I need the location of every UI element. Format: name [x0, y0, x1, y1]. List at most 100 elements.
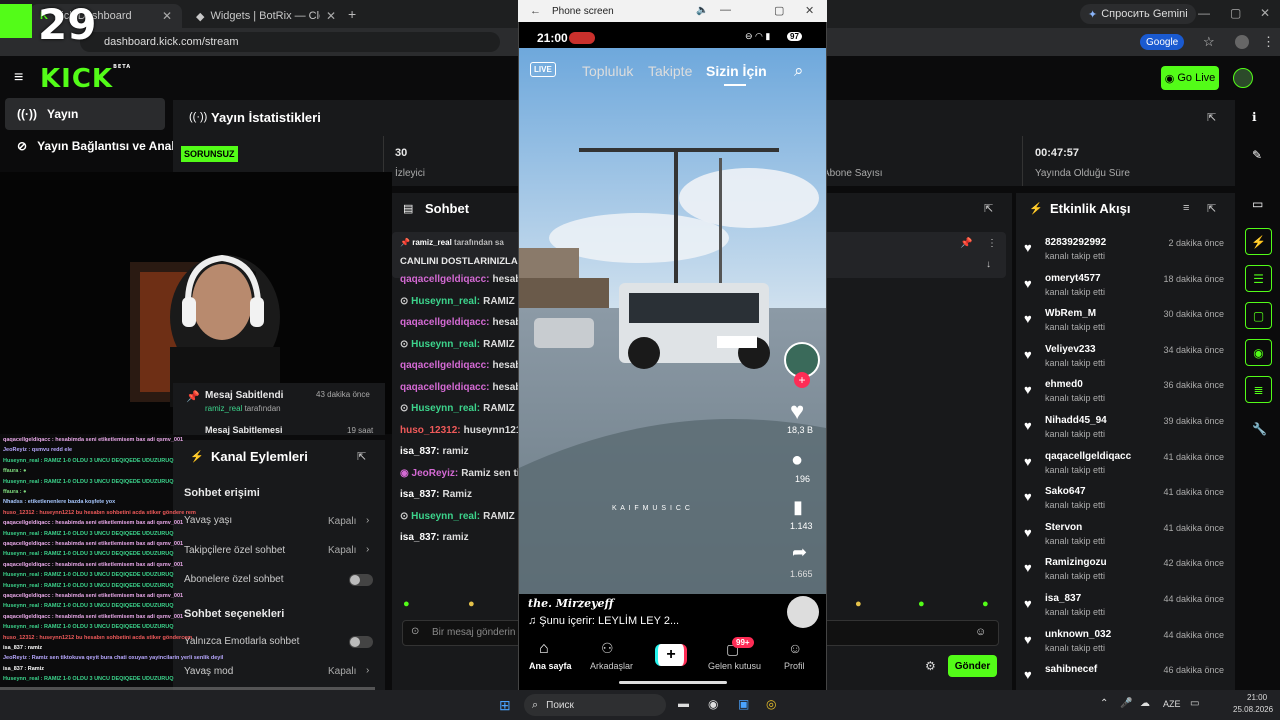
chat-username[interactable]: qaqacellgeldiqacc: — [400, 274, 489, 285]
hamburger-menu-icon[interactable]: ≡ — [14, 69, 23, 87]
back-arrow-icon[interactable]: ← — [530, 5, 541, 17]
go-live-button[interactable]: ◉ Go Live — [1161, 66, 1219, 90]
info-icon[interactable]: ℹ — [1252, 110, 1257, 124]
maximize-icon[interactable]: ▢ — [1230, 6, 1241, 20]
create-post-button[interactable]: + — [655, 644, 687, 666]
emote-icon[interactable]: ● — [982, 598, 989, 610]
nav-inbox-label[interactable]: Gelen kutusu — [708, 661, 761, 671]
server-icon[interactable]: ≣ — [1245, 376, 1272, 403]
chat-username[interactable]: huso_12312: — [400, 425, 461, 436]
friends-icon[interactable]: ⚇ — [601, 640, 614, 657]
mic-icon[interactable]: 🎤 — [1120, 698, 1132, 709]
music-info[interactable]: ♫ Şunu içerir: LEYLİM LEY 2... — [528, 615, 679, 627]
emote-icon[interactable]: ● — [855, 598, 862, 610]
chat-username[interactable]: Huseynn_real: — [411, 339, 480, 350]
profile-icon[interactable]: ☺ — [788, 640, 802, 656]
settings-gear-icon[interactable]: ⚙ — [925, 659, 936, 673]
send-button[interactable]: Gönder — [948, 655, 997, 677]
nav-item-yayin[interactable]: ((·)) Yayın — [5, 98, 165, 130]
windows-start-icon[interactable]: ⊞ — [499, 697, 511, 714]
tab-takipte[interactable]: Takipte — [648, 63, 692, 79]
pin-icon[interactable]: 📌 — [960, 238, 972, 249]
heart-icon[interactable]: ♥ — [790, 398, 804, 426]
user-avatar[interactable] — [1233, 68, 1253, 88]
close-window-icon[interactable]: ✕ — [1260, 6, 1270, 20]
language-indicator[interactable]: AZE — [1163, 699, 1181, 709]
tray-chevron-icon[interactable]: ⌃ — [1100, 698, 1108, 709]
emote-icon[interactable]: ● — [468, 598, 475, 610]
taskbar-search[interactable]: ⌕ Поиск — [524, 694, 666, 716]
chat-username[interactable]: qaqacellgeldiqacc: — [400, 382, 489, 393]
nav-profile-label[interactable]: Profil — [784, 661, 805, 671]
live-button[interactable]: LIVE — [530, 62, 556, 77]
wrench-icon[interactable]: 🔧 — [1252, 422, 1267, 436]
nav-item-stream-key[interactable]: ⊘ Yayın Bağlantısı ve Anahta — [5, 130, 175, 162]
activity-item[interactable]: ♥ Ramizingozu kanalı takip etti 42 dakika ö… — [1024, 557, 1224, 593]
app-icon[interactable]: ▣ — [738, 697, 749, 711]
chat-username[interactable]: isa_837: — [400, 446, 439, 457]
close-window-icon[interactable]: ✕ — [805, 4, 814, 17]
gemini-button[interactable]: ✦ Спросить Gemini — [1080, 4, 1196, 24]
chat-username[interactable]: isa_837: — [400, 532, 439, 543]
chat-username[interactable]: Huseynn_real: — [411, 511, 480, 522]
minimize-icon[interactable]: — — [720, 4, 731, 16]
popout-icon[interactable]: ⇱ — [984, 202, 993, 215]
chat-username[interactable]: Huseynn_real: — [411, 296, 480, 307]
taskbar-time[interactable]: 21:00 — [1247, 693, 1267, 702]
author-name[interactable]: the. Mirzeyeff — [528, 597, 614, 610]
edit-pencil-icon[interactable]: ✎ — [1252, 148, 1262, 162]
popout-icon[interactable]: ⇱ — [1207, 202, 1216, 215]
chat-bubble-icon[interactable]: ▢ — [1245, 302, 1272, 329]
google-chip[interactable]: Google — [1140, 34, 1185, 50]
minimize-icon[interactable]: — — [1198, 6, 1210, 20]
app-icon[interactable]: ◉ — [708, 697, 718, 711]
tab-topluluk[interactable]: Topluluk — [582, 63, 633, 79]
more-options-icon[interactable]: ⋮ — [987, 238, 997, 249]
emote-icon[interactable]: ● — [918, 598, 925, 610]
new-tab-button[interactable]: + — [348, 6, 356, 22]
chat-username[interactable]: isa_837: — [400, 489, 439, 500]
nav-friends-label[interactable]: Arkadaşlar — [590, 661, 633, 671]
activity-item[interactable]: ♥ WbRem_M kanalı takip etti 30 dakika önce — [1024, 308, 1224, 344]
expand-down-icon[interactable]: ↓ — [986, 259, 991, 270]
activity-item[interactable]: ♥ unknown_032 kanalı takip etti 44 dakika ö… — [1024, 629, 1224, 665]
broadcast-rail-icon[interactable]: ◉ — [1245, 339, 1272, 366]
close-tab-icon[interactable]: ✕ — [162, 9, 172, 23]
file-explorer-icon[interactable]: ▬ — [678, 698, 689, 710]
network-icon[interactable]: ▭ — [1190, 698, 1199, 709]
profile-avatar-icon[interactable] — [1235, 35, 1249, 49]
music-disc-icon[interactable] — [787, 596, 819, 628]
lightning-icon[interactable]: ⚡ — [1245, 228, 1272, 255]
volume-icon[interactable]: 🔈 — [696, 5, 708, 16]
emoji-icon[interactable]: ☺ — [975, 626, 986, 638]
home-icon[interactable]: ⌂ — [539, 640, 549, 658]
list-icon[interactable]: ☰ — [1245, 265, 1272, 292]
activity-item[interactable]: ♥ Nihadd45_94 kanalı takip etti 39 dakika ö… — [1024, 415, 1224, 451]
close-tab-icon[interactable]: ✕ — [326, 9, 336, 23]
tab-sizin-icin[interactable]: Sizin İçin — [706, 63, 767, 79]
tab-botrix[interactable]: ◆ Widgets | BotRix — Cloud Strea ✕ — [186, 4, 346, 28]
taskbar-date[interactable]: 25.08.2026 — [1233, 705, 1273, 714]
share-icon[interactable]: ➦ — [792, 542, 807, 563]
follow-plus-icon[interactable]: + — [794, 372, 810, 388]
activity-item[interactable]: ♥ isa_837 kanalı takip etti 44 dakika önce — [1024, 593, 1224, 629]
activity-item[interactable]: ♥ omeryt4577 kanalı takip etti 18 dakika ön… — [1024, 273, 1224, 309]
filter-icon[interactable]: ≡ — [1183, 202, 1189, 214]
emote-icon[interactable]: ● — [403, 598, 410, 610]
chat-username[interactable]: qaqacellgeldiqacc: — [400, 360, 489, 371]
bookmark-star-icon[interactable]: ☆ — [1203, 34, 1215, 50]
chat-username[interactable]: Huseynn_real: — [411, 403, 480, 414]
nav-home-label[interactable]: Ana sayfa — [529, 661, 572, 671]
activity-item[interactable]: ♥ Sako647 kanalı takip etti 41 dakika önce — [1024, 486, 1224, 522]
video-frame[interactable] — [519, 48, 826, 594]
activity-item[interactable]: ♥ 82839292992 kanalı takip etti 2 dakika ön… — [1024, 237, 1224, 273]
onedrive-icon[interactable]: ☁ — [1140, 698, 1150, 709]
activity-item[interactable]: ♥ ehmed0 kanalı takip etti 36 dakika önce — [1024, 379, 1224, 415]
comment-icon[interactable]: ● — [791, 449, 803, 472]
activity-item[interactable]: ♥ Veliyev233 kanalı takip etti 34 dakika ön… — [1024, 344, 1224, 380]
popout-icon[interactable]: ⇱ — [1207, 111, 1216, 124]
chat-username[interactable]: JeoReyiz: — [412, 468, 459, 479]
kick-logo[interactable]: KICKBETA — [40, 64, 131, 94]
activity-item[interactable]: ♥ qaqacellgeldiqacc kanalı takip etti 41 da… — [1024, 451, 1224, 487]
layout-icon[interactable]: ▭ — [1252, 197, 1263, 211]
